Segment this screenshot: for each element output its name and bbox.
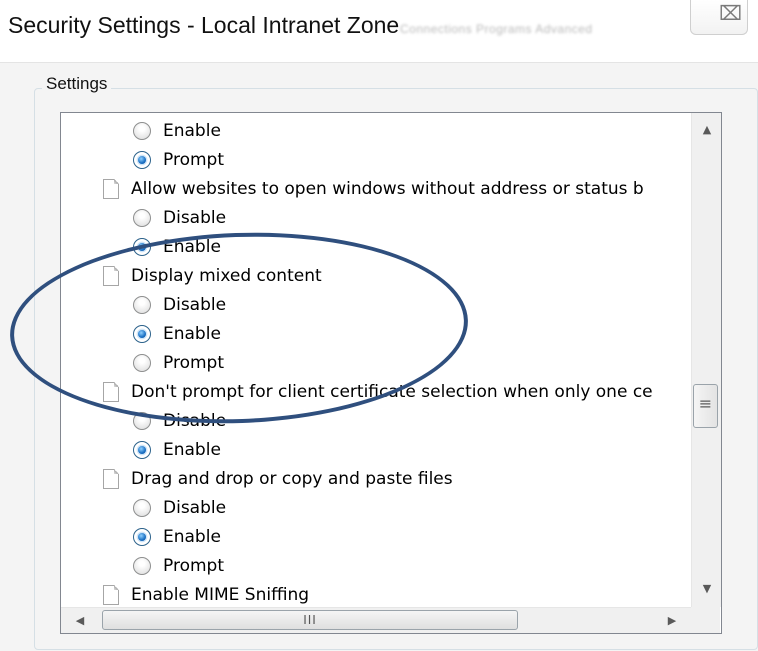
radio-unchecked-icon[interactable] (133, 354, 151, 372)
radio-checked-icon[interactable] (133, 441, 151, 459)
radio-unchecked-icon[interactable] (133, 209, 151, 227)
radio-checked-icon[interactable] (133, 528, 151, 546)
setting-label: Allow websites to open windows without a… (131, 179, 644, 199)
document-icon (103, 585, 119, 605)
grip-icon: III (303, 613, 317, 627)
option-label: Enable (163, 440, 221, 460)
document-icon (103, 179, 119, 199)
document-icon (103, 266, 119, 286)
document-icon (103, 469, 119, 489)
setting-label: Display mixed content (131, 266, 322, 286)
radio-unchecked-icon[interactable] (133, 557, 151, 575)
scroll-down-arrow-icon[interactable]: ▼ (696, 580, 718, 598)
option-label: Enable (163, 121, 221, 141)
option-label: Disable (163, 208, 227, 228)
option-label: Prompt (163, 353, 224, 373)
window-title: Security Settings - Local Intranet Zone (8, 12, 400, 38)
horizontal-scrollbar[interactable]: ◀ III ▶ (61, 607, 691, 633)
vertical-scroll-thumb[interactable]: ≡ (693, 384, 718, 428)
horizontal-scroll-thumb[interactable]: III (102, 610, 518, 630)
scrollbar-corner (691, 607, 720, 633)
title-bar: Security Settings - Local Intranet Zone … (0, 0, 758, 62)
settings-group-label: Settings (42, 74, 112, 94)
settings-tree-list[interactable]: Enable Prompt Allow websites to open windo… (60, 112, 722, 634)
option-label: Disable (163, 498, 227, 518)
radio-unchecked-icon[interactable] (133, 122, 151, 140)
background-tabs-ghost: Connections Programs Advanced (400, 22, 593, 36)
option-label: Enable (163, 237, 221, 257)
radio-checked-icon[interactable] (133, 151, 151, 169)
grip-icon: ≡ (698, 394, 713, 413)
setting-label: Enable MIME Sniffing (131, 585, 310, 605)
vertical-scrollbar[interactable]: ▲ ≡ ▼ (691, 113, 721, 607)
document-icon (103, 382, 119, 402)
option-label: Disable (163, 411, 227, 431)
scroll-left-arrow-icon[interactable]: ◀ (71, 612, 89, 630)
radio-checked-icon[interactable] (133, 238, 151, 256)
setting-label: Drag and drop or copy and paste files (131, 469, 453, 489)
option-label: Prompt (163, 556, 224, 576)
close-button[interactable]: ⌧ (690, 0, 748, 35)
option-label: Enable (163, 527, 221, 547)
option-label: Prompt (163, 150, 224, 170)
setting-label: Don't prompt for client certificate sele… (131, 382, 653, 402)
option-label: Enable (163, 324, 221, 344)
radio-unchecked-icon[interactable] (133, 412, 151, 430)
close-icon: ⌧ (719, 1, 743, 25)
scroll-right-arrow-icon[interactable]: ▶ (663, 612, 681, 630)
radio-unchecked-icon[interactable] (133, 499, 151, 517)
settings-list-viewport: Enable Prompt Allow websites to open windo… (61, 113, 691, 607)
radio-unchecked-icon[interactable] (133, 296, 151, 314)
option-label: Disable (163, 295, 227, 315)
scroll-up-arrow-icon[interactable]: ▲ (696, 121, 718, 139)
radio-checked-icon[interactable] (133, 325, 151, 343)
